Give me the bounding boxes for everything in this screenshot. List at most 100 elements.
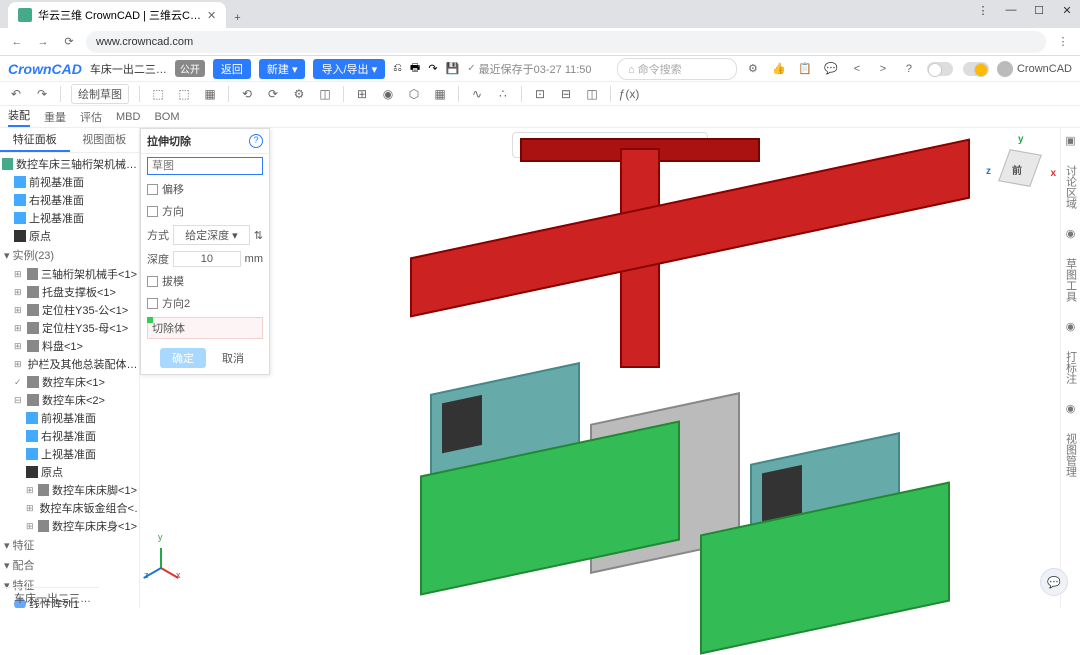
new-tab-button[interactable]: + xyxy=(226,8,248,28)
tb-icon[interactable]: ◉ xyxy=(380,86,396,102)
new-button[interactable]: 新建 ▾ xyxy=(259,59,306,79)
tree-instance[interactable]: ⊞定位柱Y35-公<1> xyxy=(0,301,139,319)
tb-icon[interactable]: ⬚ xyxy=(176,86,192,102)
visibility-badge[interactable]: 公开 xyxy=(175,60,205,77)
tb-icon[interactable]: ⟳ xyxy=(265,86,281,102)
bottom-doc-tab[interactable]: 车床一出二三… xyxy=(2,587,99,608)
tb-icon[interactable]: ◫ xyxy=(317,86,333,102)
back-icon[interactable]: ← xyxy=(8,36,26,48)
tb-icon[interactable]: ▦ xyxy=(202,86,218,102)
settings-icon[interactable]: ⋮ xyxy=(976,4,990,17)
tb-icon[interactable]: ⟲ xyxy=(239,86,255,102)
tree-plane[interactable]: 上视基准面 xyxy=(0,209,139,227)
tb-icon[interactable]: ◫ xyxy=(584,86,600,102)
rt-icon[interactable]: > xyxy=(875,63,891,75)
user-menu[interactable]: CrownCAD xyxy=(997,61,1072,77)
rt-icon[interactable]: 📋 xyxy=(797,62,813,75)
cut-body-box[interactable]: 切除体 xyxy=(147,317,263,339)
close-icon[interactable]: ✕ xyxy=(1060,4,1074,17)
import-export-button[interactable]: 导入/导出 ▾ xyxy=(313,59,385,79)
rp-annotate[interactable]: 打标注 xyxy=(1063,351,1079,384)
tab-assembly[interactable]: 装配 xyxy=(8,107,30,127)
tree-sub[interactable]: ⊞数控车床钣金组合<… xyxy=(0,499,139,517)
rt-icon[interactable]: ? xyxy=(901,63,917,75)
rp-icon[interactable]: ◉ xyxy=(1066,402,1076,415)
sect-mate[interactable]: ▾配合 xyxy=(0,555,139,575)
tree-instance[interactable]: ⊞定位柱Y35-母<1> xyxy=(0,319,139,337)
app-logo[interactable]: CrownCAD xyxy=(8,61,82,77)
tb-icon[interactable]: ⊡ xyxy=(532,86,548,102)
tab-mbd[interactable]: MBD xyxy=(116,111,140,123)
tree-instance[interactable]: ⊞护栏及其他总装配体… xyxy=(0,355,139,373)
flip-icon[interactable]: ⇅ xyxy=(254,229,263,242)
toggle-1[interactable] xyxy=(927,62,953,76)
tb-icon[interactable]: ∿ xyxy=(469,86,485,102)
tree-plane[interactable]: 上视基准面 xyxy=(0,445,139,463)
undo-icon[interactable]: ↶ xyxy=(8,86,24,102)
tab-bom[interactable]: BOM xyxy=(154,111,179,123)
sketch-button[interactable]: 绘制草图 xyxy=(71,84,129,104)
tree-plane[interactable]: 前视基准面 xyxy=(0,409,139,427)
rp-icon[interactable]: ◉ xyxy=(1066,227,1076,240)
tree-plane[interactable]: 右视基准面 xyxy=(0,191,139,209)
rt-icon[interactable]: 👍 xyxy=(771,62,787,75)
tb-icon[interactable]: ⚙ xyxy=(291,86,307,102)
home-button[interactable]: 返回 xyxy=(213,59,251,79)
tree-instance[interactable]: ⊞料盘<1> xyxy=(0,337,139,355)
tree-instance[interactable]: ✓数控车床<1> xyxy=(0,373,139,391)
tree-plane[interactable]: 前视基准面 xyxy=(0,173,139,191)
tb-icon[interactable]: ⬚ xyxy=(150,86,166,102)
tree-origin[interactable]: 原点 xyxy=(0,227,139,245)
rt-icon[interactable]: < xyxy=(849,63,865,75)
reload-icon[interactable]: ⟳ xyxy=(60,35,78,48)
fwd-icon[interactable]: → xyxy=(34,36,52,48)
tree-sub[interactable]: ⊞数控车床床脚<1> xyxy=(0,481,139,499)
rp-view-mgr[interactable]: 视图管理 xyxy=(1063,433,1079,477)
max-icon[interactable]: ☐ xyxy=(1032,4,1046,17)
doc-name[interactable]: 车床一出二三… xyxy=(90,61,167,77)
rp-icon[interactable]: ▣ xyxy=(1065,134,1075,147)
redo-icon[interactable]: ↷ xyxy=(34,86,50,102)
tree-sub[interactable]: ⊞数控车床床身<1> xyxy=(0,517,139,535)
tb-icon[interactable]: ƒ(x) xyxy=(621,86,637,102)
tb-icon[interactable]: ⊟ xyxy=(558,86,574,102)
tree-plane[interactable]: 右视基准面 xyxy=(0,427,139,445)
method-select[interactable]: 给定深度 ▾ xyxy=(173,225,250,245)
cancel-button[interactable]: 取消 xyxy=(216,348,250,368)
dir-checkbox[interactable] xyxy=(147,206,158,217)
browser-tab[interactable]: 华云三维 CrownCAD | 三维云C… ✕ xyxy=(8,2,226,28)
draft-checkbox[interactable] xyxy=(147,276,158,287)
redo-icon[interactable]: ↷ xyxy=(428,62,437,75)
sect-feature[interactable]: ▾特征 xyxy=(0,535,139,555)
tb-icon[interactable]: ⊞ xyxy=(354,86,370,102)
rp-sketch-tools[interactable]: 草图工具 xyxy=(1063,258,1079,302)
help-icon[interactable]: ? xyxy=(249,134,263,148)
rt-icon[interactable]: ⚙ xyxy=(745,62,761,75)
tree-instance[interactable]: ⊞托盘支撑板<1> xyxy=(0,283,139,301)
url-bar[interactable]: www.crowncad.com xyxy=(86,31,1046,53)
tree-instance[interactable]: ⊞三轴桁架机械手<1> xyxy=(0,265,139,283)
ok-button[interactable]: 确定 xyxy=(160,348,206,368)
rp-icon[interactable]: ◉ xyxy=(1066,320,1076,333)
toggle-2[interactable] xyxy=(963,62,989,76)
depth-input[interactable]: 10 xyxy=(173,251,241,267)
more-icon[interactable]: ⋮ xyxy=(1054,35,1072,48)
tb-icon[interactable]: ⬡ xyxy=(406,86,422,102)
command-search[interactable]: ⌂ 命令搜索 xyxy=(617,58,737,80)
rt-icon[interactable]: 💬 xyxy=(823,62,839,75)
tb-icon[interactable]: ∴ xyxy=(495,86,511,102)
chat-fab[interactable]: 💬 xyxy=(1040,568,1068,596)
min-icon[interactable]: — xyxy=(1004,4,1018,17)
3d-viewport[interactable]: 拉伸切除 ? 偏移 方向 方式给定深度 ▾⇅ 深度10mm 拔模 方向2 切除体… xyxy=(140,128,1080,608)
dir2-checkbox[interactable] xyxy=(147,298,158,309)
rp-discussion[interactable]: 讨论区域 xyxy=(1063,165,1079,209)
tree-origin[interactable]: 原点 xyxy=(0,463,139,481)
tab-eval[interactable]: 评估 xyxy=(80,109,102,125)
sidebar-tab-features[interactable]: 特征面板 xyxy=(0,128,70,152)
print-icon[interactable]: 🖶 xyxy=(410,59,420,78)
tree-root[interactable]: 数控车床三轴桁架机械… xyxy=(0,155,139,173)
offset-checkbox[interactable] xyxy=(147,184,158,195)
tab-mass[interactable]: 重量 xyxy=(44,109,66,125)
tb-icon[interactable]: ▦ xyxy=(432,86,448,102)
nav-cube[interactable]: z y x 前 xyxy=(990,138,1050,198)
